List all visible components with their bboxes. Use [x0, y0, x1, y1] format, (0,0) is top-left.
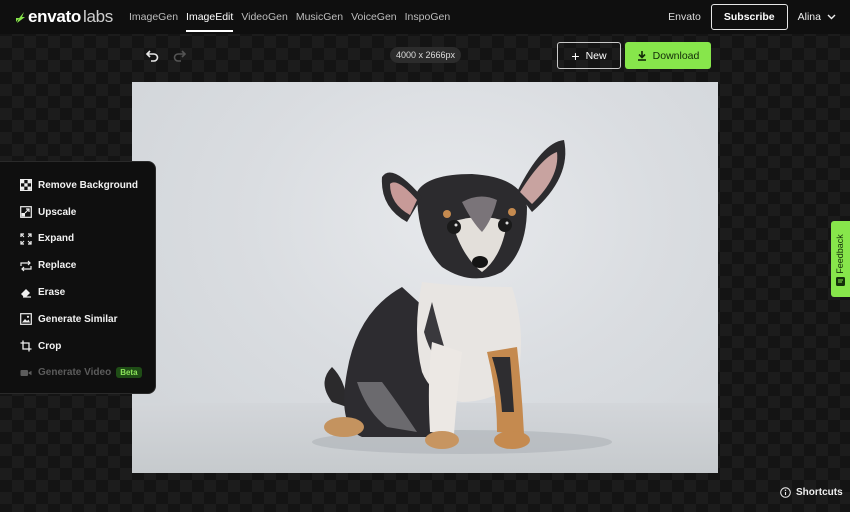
tool-label: Remove Background [38, 179, 139, 191]
new-button-label: New [585, 49, 607, 62]
subscribe-button[interactable]: Subscribe [710, 4, 788, 30]
tool-expand[interactable]: Expand [0, 226, 155, 253]
expand-icon [20, 233, 32, 245]
tool-upscale[interactable]: Upscale [0, 199, 155, 226]
info-icon [780, 487, 791, 498]
eraser-icon [21, 288, 31, 298]
tool-remove-background[interactable]: Remove Background [0, 172, 155, 199]
redo-icon[interactable] [172, 48, 188, 64]
product-nav: ImageGen ImageEdit VideoGen MusicGen Voi… [125, 0, 454, 34]
tool-label: Generate Video [38, 367, 112, 379]
tool-erase[interactable]: Erase [0, 279, 155, 306]
download-button[interactable]: Download [625, 42, 711, 69]
shortcuts-label: Shortcuts [796, 487, 843, 498]
download-icon [637, 51, 646, 61]
edited-image[interactable] [132, 82, 718, 473]
video-icon [20, 369, 32, 376]
tool-label: Generate Similar [38, 313, 118, 325]
nav-item-imagegen[interactable]: ImageGen [125, 0, 182, 34]
tool-label: Erase [38, 287, 66, 299]
edit-tools-panel: Remove Background Upscale Expand Replace… [0, 161, 156, 394]
nav-item-videogen[interactable]: VideoGen [237, 0, 292, 34]
download-button-label: Download [652, 49, 700, 62]
checkerboard-icon [20, 179, 32, 192]
tool-crop[interactable]: Crop [0, 333, 155, 360]
crop-icon [20, 340, 32, 352]
tool-label: Crop [38, 340, 62, 352]
envato-leaf-icon [16, 12, 25, 23]
replace-icon [20, 260, 32, 272]
feedback-tab[interactable]: Feedback [831, 221, 850, 297]
header-actions: Envato Subscribe Alina [668, 4, 836, 30]
top-nav-bar: envato labs ImageGen ImageEdit VideoGen … [0, 0, 850, 34]
dog-photo [312, 140, 612, 454]
message-icon [836, 277, 845, 286]
tool-generate-similar[interactable]: Generate Similar [0, 306, 155, 333]
chevron-down-icon [827, 14, 836, 20]
logo-wordmark: envato [28, 7, 81, 26]
nav-item-voicegen[interactable]: VoiceGen [347, 0, 401, 34]
shortcuts-button[interactable]: Shortcuts [780, 487, 843, 498]
logo-suffix: labs [83, 7, 113, 26]
tool-label: Expand [38, 233, 75, 245]
image-dimensions-badge: 4000 x 2666px [390, 47, 462, 63]
envato-link[interactable]: Envato [668, 11, 701, 23]
user-menu[interactable]: Alina [798, 11, 836, 23]
tool-replace[interactable]: Replace [0, 252, 155, 279]
tool-label: Replace [38, 260, 77, 272]
user-name: Alina [797, 11, 821, 23]
envato-labs-logo[interactable]: envato labs [14, 7, 113, 27]
upscale-icon [20, 206, 32, 219]
nav-item-musicgen[interactable]: MusicGen [292, 0, 347, 34]
tool-label: Upscale [38, 206, 77, 218]
new-button[interactable]: + New [557, 42, 621, 69]
tool-generate-video: Generate Video Beta [0, 360, 155, 387]
image-icon [20, 313, 32, 326]
nav-item-inspogen[interactable]: InspoGen [401, 0, 455, 34]
nav-item-imageedit[interactable]: ImageEdit [182, 0, 237, 34]
plus-icon: + [571, 47, 580, 64]
beta-badge: Beta [116, 367, 142, 379]
undo-icon[interactable] [144, 48, 160, 64]
